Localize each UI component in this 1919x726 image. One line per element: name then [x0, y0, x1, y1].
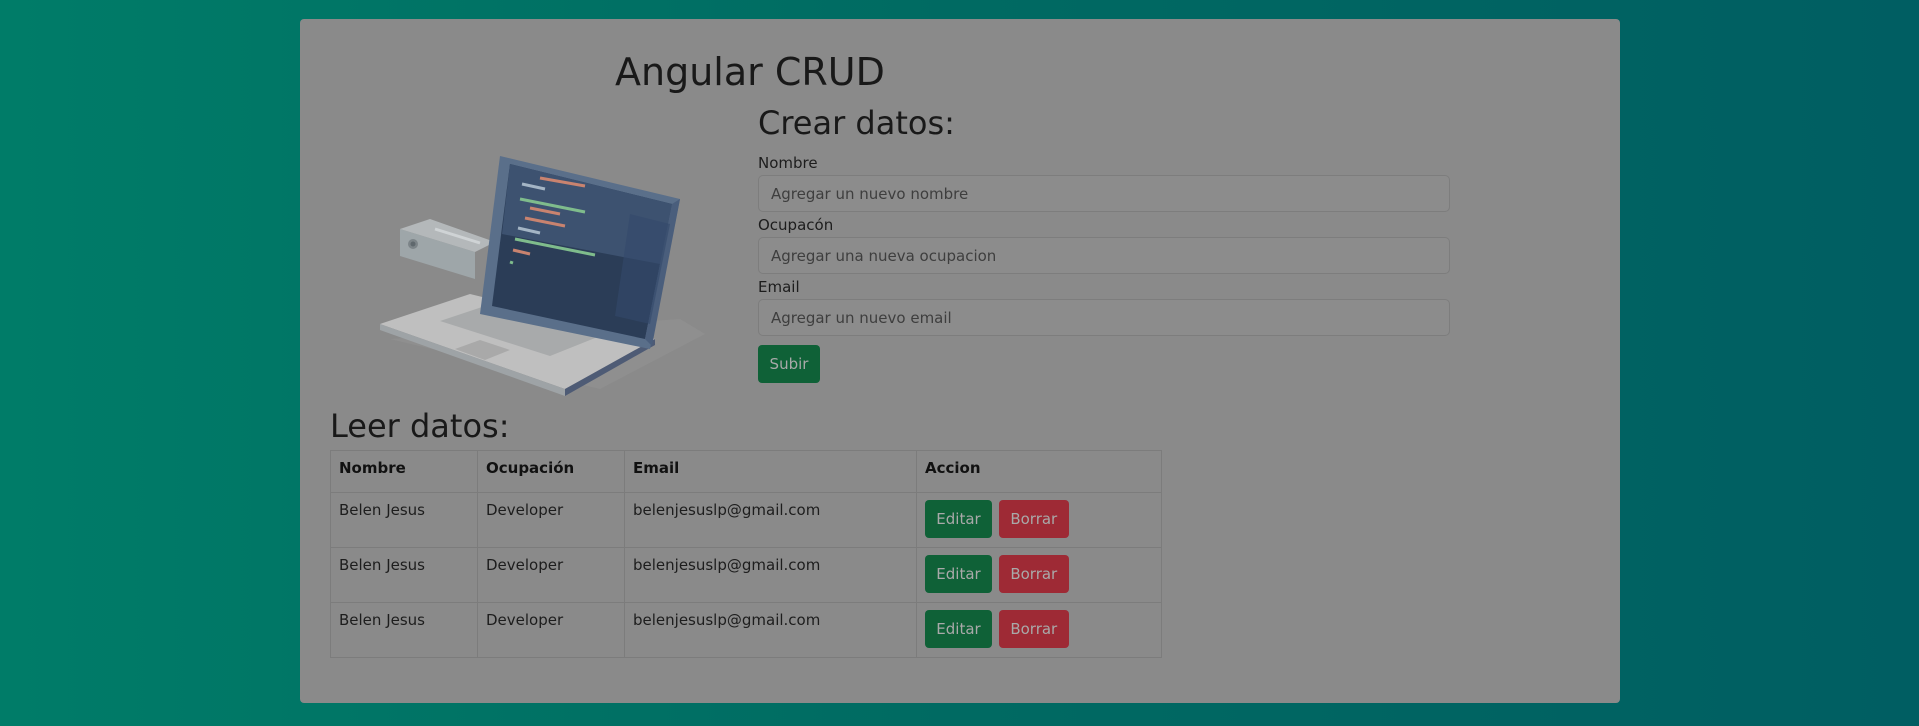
cell-occupation: Developer — [477, 492, 625, 548]
cell-email: belenjesuslp@gmail.com — [624, 547, 917, 603]
edit-button[interactable]: Editar — [925, 555, 992, 593]
page-title: Angular CRUD — [615, 50, 885, 94]
occupation-input[interactable] — [758, 237, 1450, 274]
delete-button[interactable]: Borrar — [998, 500, 1069, 538]
cell-name: Belen Jesus — [330, 602, 478, 658]
main-card: Angular CRUD Crear datos: Nombre Agregar… — [300, 19, 1620, 703]
cell-occupation: Developer — [477, 547, 625, 603]
edit-button[interactable]: Editar — [925, 610, 992, 648]
email-label: Email — [758, 278, 800, 296]
table-row: Belen Jesus Developer belenjesuslp@gmail… — [330, 602, 1162, 658]
edit-button[interactable]: Editar — [925, 500, 992, 538]
name-input[interactable] — [758, 175, 1450, 212]
cell-occupation: Developer — [477, 602, 625, 658]
cell-name: Belen Jesus — [330, 492, 478, 548]
delete-button[interactable]: Borrar — [998, 555, 1069, 593]
column-header-email: Email — [624, 450, 917, 493]
email-input[interactable] — [758, 299, 1450, 336]
table-row: Belen Jesus Developer belenjesuslp@gmail… — [330, 547, 1162, 603]
table-header-row: Nombre Ocupación Email Accion — [330, 450, 1162, 493]
delete-button[interactable]: Borrar — [998, 610, 1069, 648]
cell-actions: Editar Borrar — [916, 547, 1162, 603]
column-header-occupation: Ocupación — [477, 450, 625, 493]
create-section-heading: Crear datos: — [758, 104, 955, 142]
cell-email: belenjesuslp@gmail.com — [624, 492, 917, 548]
table-row: Belen Jesus Developer belenjesuslp@gmail… — [330, 492, 1162, 548]
column-header-name: Nombre — [330, 450, 478, 493]
column-header-action: Accion — [916, 450, 1162, 493]
cell-email: belenjesuslp@gmail.com — [624, 602, 917, 658]
laptop-illustration — [380, 156, 705, 396]
data-table: Nombre Ocupación Email Accion Belen Jesu… — [330, 450, 1162, 658]
read-section-heading: Leer datos: — [330, 407, 510, 445]
occupation-label: Ocupacón — [758, 216, 834, 234]
submit-button[interactable]: Subir — [758, 345, 820, 383]
cell-name: Belen Jesus — [330, 547, 478, 603]
cell-actions: Editar Borrar — [916, 602, 1162, 658]
name-label: Nombre — [758, 154, 818, 172]
cell-actions: Editar Borrar — [916, 492, 1162, 548]
